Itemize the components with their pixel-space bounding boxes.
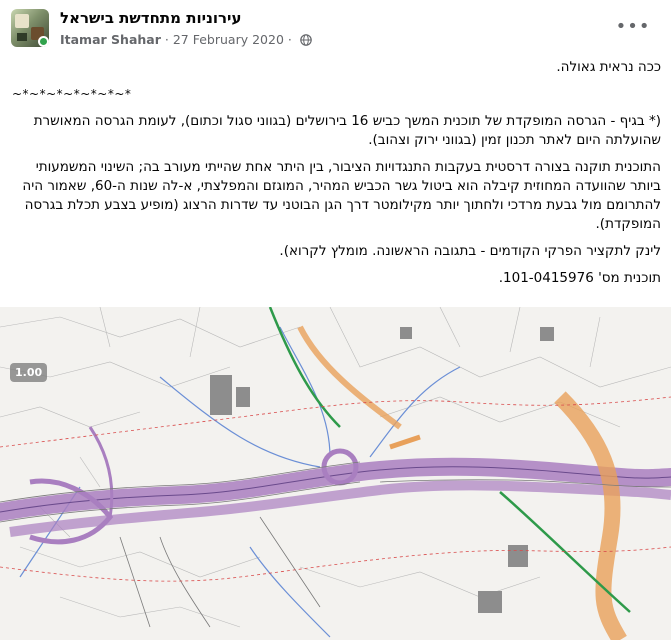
- globe-icon: [300, 33, 312, 46]
- author-name-link[interactable]: Itamar Shahar: [60, 32, 161, 47]
- post-paragraph: התוכנית תוקנה בצורה דרסטית בעקבות התנגדו…: [22, 159, 661, 232]
- plan-map-drawing: [0, 307, 671, 640]
- meta-separator-2: ·: [287, 32, 292, 47]
- post-paragraph: לינק לתקציר הפרקי הקודמים - בתגובה הראשו…: [279, 243, 661, 259]
- post-meta: Itamar Shahar · 27 February 2020 ·: [60, 32, 312, 47]
- post-divider: ~*~*~*~*~*~*~*: [12, 87, 132, 101]
- post-paragraph: (* בגיף - הגרסה המופקדת של תוכנית המשך כ…: [33, 113, 661, 148]
- gif-zoom-badge: 1.00: [10, 363, 48, 382]
- post-header: עירוניות מתחדשת בישראל Itamar Shahar · 2…: [0, 0, 671, 60]
- post-text: ככה נראית גאולה. ~*~*~*~*~*~*~* (* בגיף …: [12, 58, 661, 296]
- group-name-link[interactable]: עירוניות מתחדשת בישראל: [60, 9, 241, 27]
- online-status-indicator: [38, 36, 49, 47]
- post-date-link[interactable]: 27 February 2020: [173, 32, 284, 47]
- meta-separator: ·: [164, 32, 169, 47]
- post-paragraph: ככה נראית גאולה.: [556, 59, 661, 75]
- post-paragraph: תוכנית מס' 101-0415976.: [498, 270, 661, 286]
- more-options-button[interactable]: •••: [616, 14, 650, 38]
- post-image-plan-map[interactable]: 1.00: [0, 307, 671, 640]
